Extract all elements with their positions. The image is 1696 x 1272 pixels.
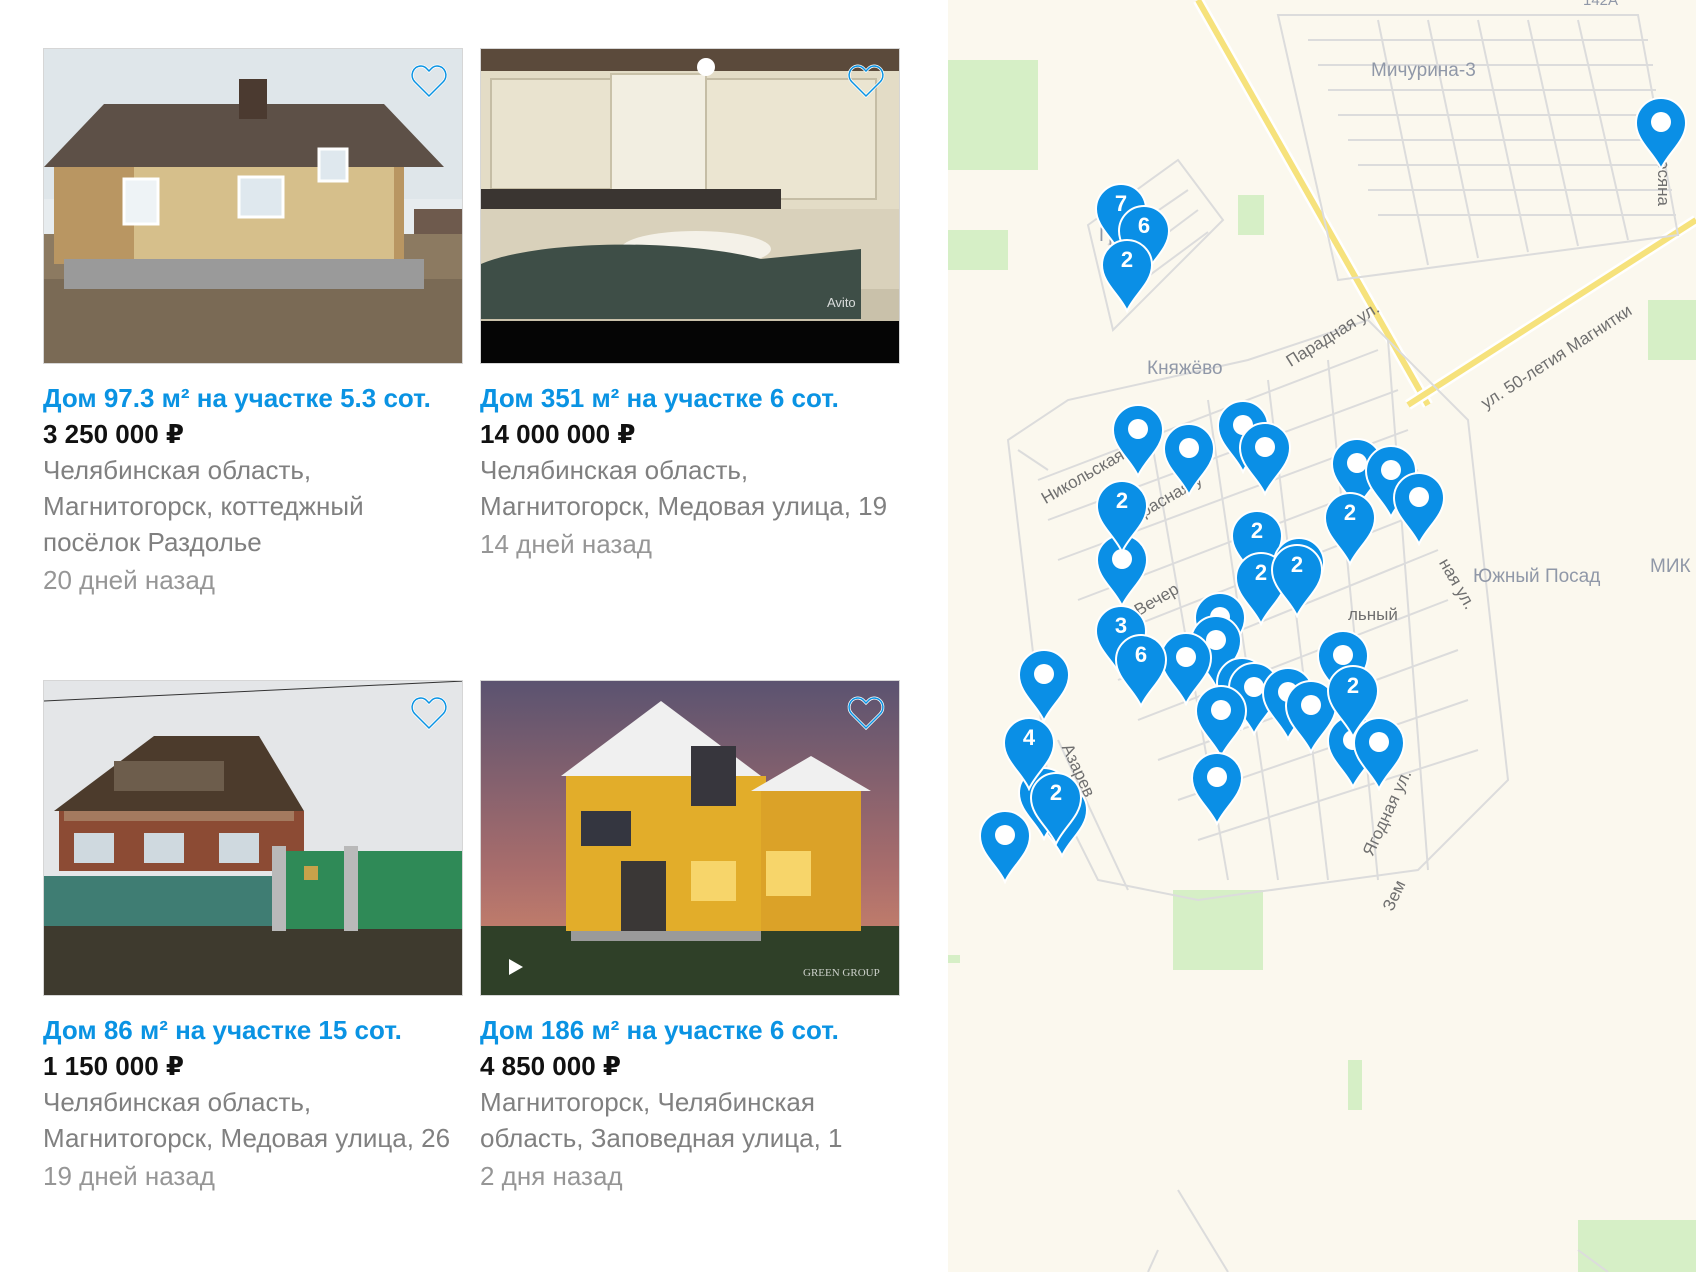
brick-cottage-photo	[44, 49, 462, 363]
listing-photo[interactable]: GREEN GROUP	[480, 680, 900, 996]
listing-title[interactable]: Дом 186 м² на участке 6 сот.	[480, 1012, 900, 1048]
cluster-count: 2	[1343, 500, 1357, 525]
map-view[interactable]: Мичурина-3 Княжёво Южный Посад МИК Грин …	[948, 0, 1696, 1272]
cluster-count: 4	[1022, 725, 1036, 750]
listing-price: 14 000 000 ₽	[480, 419, 636, 449]
listing-title[interactable]: Дом 86 м² на участке 15 сот.	[43, 1012, 463, 1048]
district-label: МИК	[1650, 556, 1691, 577]
listing-price: 3 250 000 ₽	[43, 419, 184, 449]
listing-card[interactable]: Дом 86 м² на участке 15 сот. 1 150 000 ₽…	[43, 680, 463, 1194]
photo-watermark: GREEN GROUP	[803, 967, 880, 979]
heart-outline-icon[interactable]	[847, 63, 885, 99]
listings-panel: Дом 97.3 м² на участке 5.3 сот. 3 250 00…	[0, 0, 948, 1272]
listing-card[interactable]: GREEN GROUP Дом 186 м² на участке 6 сот.…	[480, 680, 900, 1194]
listing-card[interactable]: Дом 97.3 м² на участке 5.3 сот. 3 250 00…	[43, 48, 463, 598]
map-pin-icon[interactable]	[1632, 95, 1690, 171]
cluster-count: 6	[1137, 213, 1151, 238]
listing-address: Магнитогорск, Челябинская область, Запов…	[480, 1087, 843, 1153]
map-pin-icon[interactable]	[1390, 470, 1448, 546]
district-label: Южный Посад	[1473, 566, 1601, 587]
cluster-count: 2	[1346, 673, 1360, 698]
photo-watermark: Avito	[827, 295, 856, 310]
listing-date: 20 дней назад	[43, 565, 215, 595]
map-cluster-pin[interactable]: 2	[1093, 478, 1151, 554]
map-pin-icon[interactable]	[1160, 421, 1218, 497]
old-house-photo	[44, 681, 462, 995]
district-label: 142А	[1583, 0, 1619, 9]
listing-card[interactable]: Avito Дом 351 м² на участке 6 сот. 14 00…	[480, 48, 900, 562]
cluster-count: 2	[1120, 247, 1134, 272]
cluster-count: 2	[1049, 780, 1063, 805]
map-cluster-pin[interactable]: 2	[1321, 490, 1379, 566]
heart-outline-icon[interactable]	[410, 695, 448, 731]
cluster-count: 2	[1290, 552, 1304, 577]
listing-photo[interactable]: Avito	[480, 48, 900, 364]
map-pin-icon[interactable]	[1109, 402, 1167, 478]
play-icon[interactable]	[501, 953, 529, 981]
cluster-count: 2	[1115, 488, 1129, 513]
district-label: Княжёво	[1147, 358, 1223, 379]
listing-address: Челябинская область, Магнитогорск, котте…	[43, 455, 364, 557]
cluster-count: 6	[1134, 642, 1148, 667]
street-label: льный	[1348, 605, 1398, 624]
yellow-house-photo: GREEN GROUP	[481, 681, 899, 995]
map-pin-icon[interactable]	[1188, 750, 1246, 826]
listing-address: Челябинская область, Магнитогорск, Медов…	[480, 455, 888, 521]
listing-address: Челябинская область, Магнитогорск, Медов…	[43, 1087, 451, 1153]
listing-date: 14 дней назад	[480, 529, 652, 559]
listing-photo[interactable]	[43, 680, 463, 996]
heart-outline-icon[interactable]	[847, 695, 885, 731]
map-cluster-pin[interactable]: 2	[1324, 663, 1382, 739]
map-pin-icon[interactable]	[1236, 420, 1294, 496]
map-pin-icon[interactable]	[1192, 683, 1250, 759]
kitchen-interior-photo: Avito	[481, 49, 899, 363]
heart-outline-icon[interactable]	[410, 63, 448, 99]
map-cluster-pin[interactable]: 2	[1027, 770, 1085, 846]
map-cluster-pin[interactable]: 2	[1268, 542, 1326, 618]
map-cluster-pin[interactable]: 6	[1112, 632, 1170, 708]
listing-date: 19 дней назад	[43, 1161, 215, 1191]
listing-title[interactable]: Дом 351 м² на участке 6 сот.	[480, 380, 900, 416]
listing-price: 1 150 000 ₽	[43, 1051, 184, 1081]
listing-title[interactable]: Дом 97.3 м² на участке 5.3 сот.	[43, 380, 463, 416]
map-pin-icon[interactable]	[1015, 647, 1073, 723]
listing-price: 4 850 000 ₽	[480, 1051, 621, 1081]
map-cluster-pin[interactable]: 2	[1098, 237, 1156, 313]
listing-date: 2 дня назад	[480, 1161, 623, 1191]
district-label: Мичурина-3	[1371, 60, 1476, 81]
listing-photo[interactable]	[43, 48, 463, 364]
